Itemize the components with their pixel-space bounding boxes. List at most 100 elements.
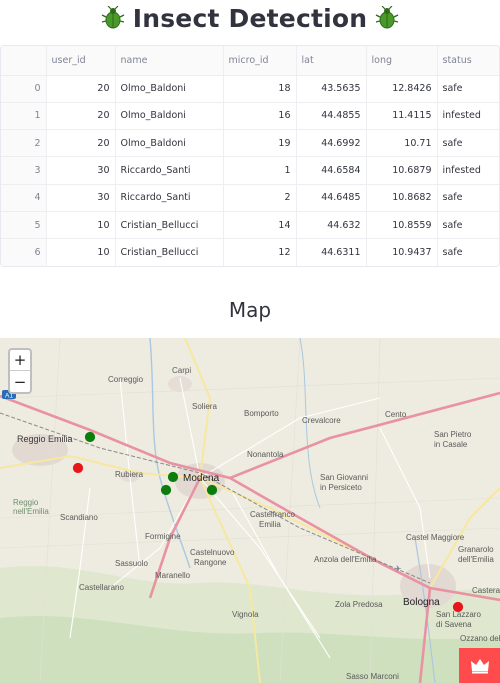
row-index: 3 — [1, 156, 47, 185]
place-label: Modena — [183, 473, 220, 484]
place-label: Ozzano dell — [460, 634, 500, 643]
map-marker-infested[interactable]: micro 1 - infested — [72, 462, 84, 474]
zoom-in-button[interactable]: + — [10, 350, 30, 371]
cell-status[interactable]: infested — [437, 156, 499, 185]
column-header-name[interactable]: name — [115, 46, 224, 76]
table-row: 4 30 Riccardo_Santi 2 44.6485 10.8682 sa… — [1, 184, 499, 212]
place-label: Castel Maggiore — [406, 533, 465, 542]
map-marker-safe[interactable]: micro 2 - safe — [167, 471, 179, 483]
cell-lat[interactable]: 44.6584 — [296, 156, 367, 185]
place-label: Rubiera — [115, 470, 144, 479]
cell-micro-id[interactable]: 1 — [223, 156, 297, 185]
row-index: 2 — [1, 129, 47, 158]
cell-user-id[interactable]: 20 — [46, 129, 116, 158]
place-label: Reggio Emilia — [17, 434, 73, 444]
place-label: Castelnuovo — [190, 548, 235, 557]
zoom-control: + − — [8, 348, 32, 394]
cell-lat[interactable]: 44.632 — [296, 211, 367, 240]
cell-micro-id[interactable]: 14 — [223, 211, 297, 240]
cell-long[interactable]: 11.4115 — [366, 102, 438, 131]
map-marker-safe[interactable]: micro 14 - safe — [160, 484, 172, 496]
zoom-out-button[interactable]: − — [10, 371, 30, 392]
place-label: Anzola dell'Emilia — [314, 555, 377, 564]
map-marker-safe[interactable]: micro 19 - safe — [84, 431, 96, 443]
table-row: 0 20 Olmo_Baldoni 18 43.5635 12.8426 saf… — [1, 75, 499, 103]
place-label: San Giovanni — [320, 473, 369, 482]
detections-table[interactable]: user_id name micro_id lat long status 0 … — [0, 45, 500, 267]
cell-long[interactable]: 10.8559 — [366, 211, 438, 240]
cell-name[interactable]: Riccardo_Santi — [115, 156, 224, 185]
cell-long[interactable]: 12.8426 — [366, 75, 438, 103]
place-label: Sasso Marconi — [346, 672, 399, 681]
column-header-user-id[interactable]: user_id — [46, 46, 116, 76]
cell-micro-id[interactable]: 2 — [223, 184, 297, 212]
cell-micro-id[interactable]: 18 — [223, 75, 297, 103]
cell-name[interactable]: Riccardo_Santi — [115, 184, 224, 212]
cell-long[interactable]: 10.71 — [366, 129, 438, 158]
place-label: Soliera — [192, 402, 217, 411]
page-title: Insect Detection — [0, 0, 500, 36]
table-row: 1 20 Olmo_Baldoni 16 44.4855 11.4115 inf… — [1, 102, 499, 131]
row-index: 4 — [1, 184, 47, 212]
place-label: Bomporto — [244, 409, 279, 418]
column-header-lat[interactable]: lat — [296, 46, 367, 76]
place-label: Rangone — [194, 558, 227, 567]
place-label: Vignola — [232, 610, 259, 619]
column-header-index[interactable] — [1, 46, 47, 76]
cell-status[interactable]: safe — [437, 184, 499, 212]
place-label: Scandiano — [60, 513, 98, 522]
cell-lat[interactable]: 44.4855 — [296, 102, 367, 131]
cell-micro-id[interactable]: 16 — [223, 102, 297, 131]
table-row: 3 30 Riccardo_Santi 1 44.6584 10.6879 in… — [1, 156, 499, 185]
map-marker-safe[interactable]: micro 12 - safe — [206, 484, 218, 496]
cell-micro-id[interactable]: 12 — [223, 238, 297, 266]
cell-lat[interactable]: 44.6992 — [296, 129, 367, 158]
place-label: Castellarano — [79, 583, 124, 592]
place-label: Crevalcore — [302, 416, 341, 425]
place-label: Carpi — [172, 366, 192, 375]
place-label: nell'Emilia — [13, 507, 49, 516]
cell-lat[interactable]: 44.6485 — [296, 184, 367, 212]
row-index: 1 — [1, 102, 47, 131]
cell-long[interactable]: 10.9437 — [366, 238, 438, 266]
table-row: 2 20 Olmo_Baldoni 19 44.6992 10.71 safe — [1, 129, 499, 158]
place-label: di Savena — [436, 620, 472, 629]
place-label: Correggio — [108, 375, 144, 384]
cell-status[interactable]: safe — [437, 129, 499, 158]
cell-user-id[interactable]: 10 — [46, 238, 116, 266]
cell-user-id[interactable]: 10 — [46, 211, 116, 240]
cell-name[interactable]: Olmo_Baldoni — [115, 129, 224, 158]
column-header-status[interactable]: status — [437, 46, 499, 76]
crown-icon — [470, 658, 489, 673]
cell-name[interactable]: Olmo_Baldoni — [115, 102, 224, 131]
cell-status[interactable]: infested — [437, 102, 499, 131]
place-label: Bologna — [403, 597, 440, 608]
cell-long[interactable]: 10.6879 — [366, 156, 438, 185]
cell-user-id[interactable]: 20 — [46, 75, 116, 103]
place-label: San Lazzaro — [436, 610, 481, 619]
cell-name[interactable]: Olmo_Baldoni — [115, 75, 224, 103]
streamlit-badge[interactable] — [459, 648, 500, 683]
place-label: Cento — [385, 410, 407, 419]
column-header-long[interactable]: long — [366, 46, 438, 76]
cell-name[interactable]: Cristian_Bellucci — [115, 211, 224, 240]
cell-status[interactable]: safe — [437, 75, 499, 103]
cell-lat[interactable]: 43.5635 — [296, 75, 367, 103]
cell-user-id[interactable]: 30 — [46, 184, 116, 212]
beetle-icon — [101, 5, 125, 30]
cell-long[interactable]: 10.8682 — [366, 184, 438, 212]
cell-user-id[interactable]: 30 — [46, 156, 116, 185]
cell-user-id[interactable]: 20 — [46, 102, 116, 131]
column-header-micro-id[interactable]: micro_id — [223, 46, 297, 76]
cell-status[interactable]: safe — [437, 211, 499, 240]
cell-name[interactable]: Cristian_Bellucci — [115, 238, 224, 266]
cell-micro-id[interactable]: 19 — [223, 129, 297, 158]
place-label: Zola Predosa — [335, 600, 383, 609]
place-label: Sassuolo — [115, 559, 148, 568]
cell-status[interactable]: safe — [437, 239, 499, 266]
table-row: 6 10 Cristian_Bellucci 12 44.6311 10.943… — [1, 238, 499, 266]
map-view[interactable]: A1 ✈ micro 19 - safemicro 1 - infestedmi… — [0, 338, 500, 683]
cell-lat[interactable]: 44.6311 — [296, 238, 367, 266]
row-index: 6 — [1, 238, 47, 266]
place-label: Granarolo — [458, 545, 494, 554]
